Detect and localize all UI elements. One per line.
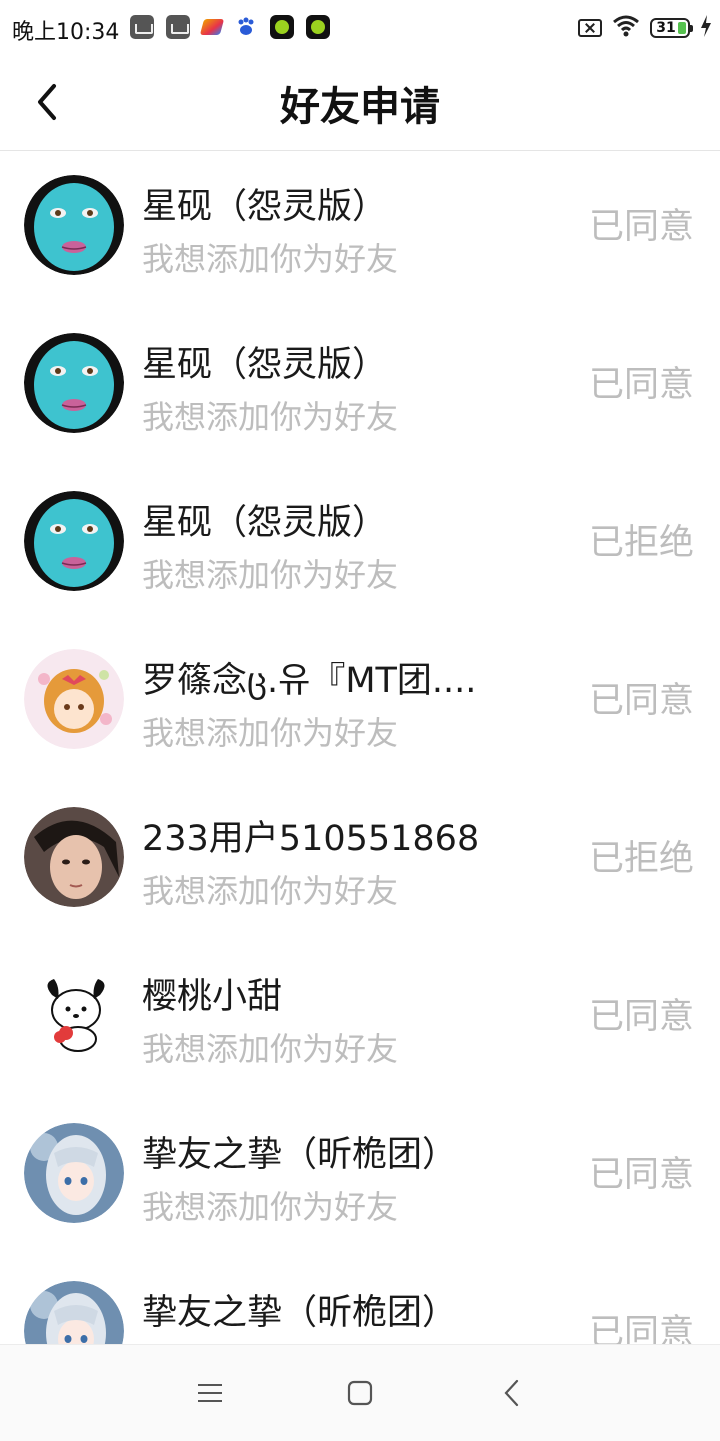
request-status: 已拒绝 xyxy=(588,523,694,563)
friend-request-row[interactable]: 星砚（怨灵版） 我想添加你为好友 已同意 xyxy=(0,151,720,309)
request-message: 我想添加你为好友 xyxy=(142,714,399,752)
request-status: 已拒绝 xyxy=(588,839,694,879)
mi-store-icon xyxy=(130,15,154,39)
request-message: 我想添加你为好友 xyxy=(142,1030,399,1068)
request-status: 已同意 xyxy=(588,1313,694,1344)
friend-request-row[interactable]: 罗篠念ც.유『MT团.... 我想添加你为好友 已同意 xyxy=(0,625,720,783)
battery-icon: 31 xyxy=(650,18,693,38)
friend-request-row[interactable]: 233用户510551868 我想添加你为好友 已拒绝 xyxy=(0,783,720,941)
status-bar: 晚上10:34 31 xyxy=(0,0,720,56)
request-status: 已同意 xyxy=(588,207,694,247)
baidu-paw-icon xyxy=(234,15,258,39)
request-message: 我想添加你为好友 xyxy=(142,398,399,436)
app-icon-green-dot-2 xyxy=(306,15,330,39)
no-sim-icon xyxy=(578,19,602,37)
requester-name: 挚友之挚（昕桅团） xyxy=(142,1135,458,1175)
page-header: 好友申请 xyxy=(0,56,720,151)
friend-request-row[interactable]: 星砚（怨灵版） 我想添加你为好友 已拒绝 xyxy=(0,467,720,625)
request-status: 已同意 xyxy=(588,681,694,721)
request-status: 已同意 xyxy=(588,1155,694,1195)
menu-icon xyxy=(198,1384,222,1402)
app-icon-green-dot xyxy=(270,15,294,39)
system-icons: 31 xyxy=(578,14,712,42)
request-message: 我想添加你为好友 xyxy=(142,872,399,910)
battery-level: 31 xyxy=(656,20,676,36)
requester-name: 挚友之挚（昕桅团） xyxy=(142,1293,458,1333)
request-status: 已同意 xyxy=(588,997,694,1037)
notification-icons xyxy=(130,14,330,40)
home-square-icon xyxy=(347,1380,373,1406)
friend-request-list[interactable]: 星砚（怨灵版） 我想添加你为好友 已同意 星砚（怨灵版） 我想添加你为好友 已同意 星砚（怨… xyxy=(0,151,720,1344)
charging-bolt-icon xyxy=(700,15,712,41)
nav-back-icon xyxy=(504,1379,519,1407)
app-icon-colorful xyxy=(199,19,225,35)
friend-request-row[interactable]: 樱桃小甜我想添加你为好友 已同意 xyxy=(0,941,720,1099)
friend-request-row[interactable]: 挚友之挚（昕桅团） 已同意 xyxy=(0,1257,720,1344)
avatar[interactable] xyxy=(24,1281,124,1344)
request-message: 我想添加你为好友 xyxy=(142,1188,399,1226)
system-nav-bar xyxy=(0,1344,720,1441)
avatar[interactable] xyxy=(24,1123,124,1223)
requester-name: 星砚（怨灵版） xyxy=(142,187,388,227)
requester-name: 罗篠念ც.유『MT团.... xyxy=(142,661,477,701)
friend-request-row[interactable]: 星砚（怨灵版） 我想添加你为好友 已同意 xyxy=(0,309,720,467)
avatar[interactable] xyxy=(24,491,124,591)
menu-button[interactable] xyxy=(184,1367,236,1419)
home-button[interactable] xyxy=(334,1367,386,1419)
request-message: 我想添加你为好友 xyxy=(142,556,399,594)
avatar[interactable] xyxy=(24,965,124,1065)
request-message: 我想添加你为好友 xyxy=(142,240,399,278)
requester-name: 星砚（怨灵版） xyxy=(142,345,388,385)
mi-store-icon-2 xyxy=(166,15,190,39)
avatar[interactable] xyxy=(24,175,124,275)
wifi-icon xyxy=(612,15,640,41)
request-status: 已同意 xyxy=(588,365,694,405)
avatar[interactable] xyxy=(24,649,124,749)
requester-name: 星砚（怨灵版） xyxy=(142,503,388,543)
nav-back-button[interactable] xyxy=(486,1367,538,1419)
avatar[interactable] xyxy=(24,807,124,907)
requester-name: 233用户510551868 xyxy=(142,819,480,859)
friend-request-row[interactable]: 挚友之挚（昕桅团） 我想添加你为好友 已同意 xyxy=(0,1099,720,1257)
status-time: 晚上10:34 xyxy=(12,20,120,45)
avatar[interactable] xyxy=(24,333,124,433)
page-title: 好友申请 xyxy=(280,84,440,130)
requester-name: 樱桃小甜 xyxy=(142,977,283,1017)
